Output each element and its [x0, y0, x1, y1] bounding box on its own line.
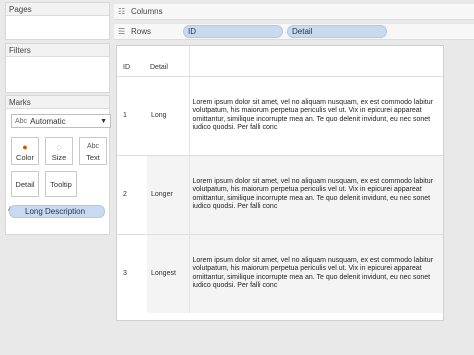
mark-type-value: Automatic [30, 116, 66, 126]
marks-title: Marks [6, 96, 109, 109]
id-pill[interactable]: ID [183, 25, 283, 38]
tooltip-label: Tooltip [50, 179, 72, 189]
view-table: ID Detail 1 Long Lorem ipsum dolor sit a… [116, 45, 444, 321]
chevron-down-icon: ▼ [100, 117, 107, 125]
row-id: 3 [117, 233, 147, 313]
row-long-description: Lorem ipsum dolor sit amet, vel no aliqu… [188, 154, 443, 234]
table-row[interactable]: 2 Longer Lorem ipsum dolor sit amet, vel… [117, 154, 443, 234]
row-id: 2 [117, 154, 147, 234]
long-description-header [188, 46, 443, 76]
rows-label: Rows [131, 27, 152, 36]
filters-title: Filters [6, 44, 109, 57]
rows-shelf[interactable]: ☰ Rows ID Detail [114, 24, 474, 40]
row-long-description: Lorem ipsum dolor sit amet, vel no aliqu… [188, 233, 443, 313]
color-button[interactable]: ● Color [11, 137, 39, 165]
detail-label: Detail [15, 179, 35, 189]
mark-type-icon: Abc [15, 117, 28, 125]
results-table: ID Detail 1 Long Lorem ipsum dolor sit a… [117, 46, 443, 313]
filters-card[interactable]: Filters [5, 43, 110, 93]
size-button[interactable]: ◌ Size [45, 137, 73, 165]
detail-pill[interactable]: Detail [287, 25, 387, 38]
size-icon: ◌ [56, 142, 62, 152]
left-pane: Pages Filters Marks Abc Automatic ▼ ● Co… [0, 0, 112, 355]
row-detail: Longest [147, 233, 189, 313]
rows-icon: ☰ [118, 26, 126, 36]
id-header: ID [123, 64, 130, 72]
color-palette-icon: ● [22, 142, 28, 152]
row-detail: Long [147, 75, 189, 155]
text-icon: Abc [86, 143, 100, 150]
color-label: Color [16, 153, 34, 162]
detail-button[interactable]: Detail [11, 171, 39, 197]
long-description-pill[interactable]: Long Description [9, 205, 105, 218]
table-row[interactable]: 3 Longest Lorem ipsum dolor sit amet, ve… [117, 233, 443, 313]
text-label: Text [86, 153, 100, 162]
text-button[interactable]: Abc Text [79, 137, 107, 165]
row-long-description: Lorem ipsum dolor sit amet, vel no aliqu… [188, 75, 443, 155]
mark-type-dropdown[interactable]: Abc Automatic ▼ [11, 114, 111, 128]
row-id: 1 [117, 75, 147, 155]
columns-label: Columns [131, 7, 163, 16]
columns-icon: ☷ [118, 6, 126, 16]
pages-card[interactable]: Pages [5, 2, 110, 40]
columns-shelf[interactable]: ☷ Columns [114, 4, 474, 20]
detail-header: Detail [150, 64, 168, 72]
tooltip-button[interactable]: Tooltip [45, 171, 77, 197]
pages-title: Pages [6, 3, 109, 16]
table-row[interactable]: 1 Long Lorem ipsum dolor sit amet, vel n… [117, 75, 443, 155]
row-detail: Longer [147, 154, 189, 234]
size-label: Size [51, 153, 67, 162]
